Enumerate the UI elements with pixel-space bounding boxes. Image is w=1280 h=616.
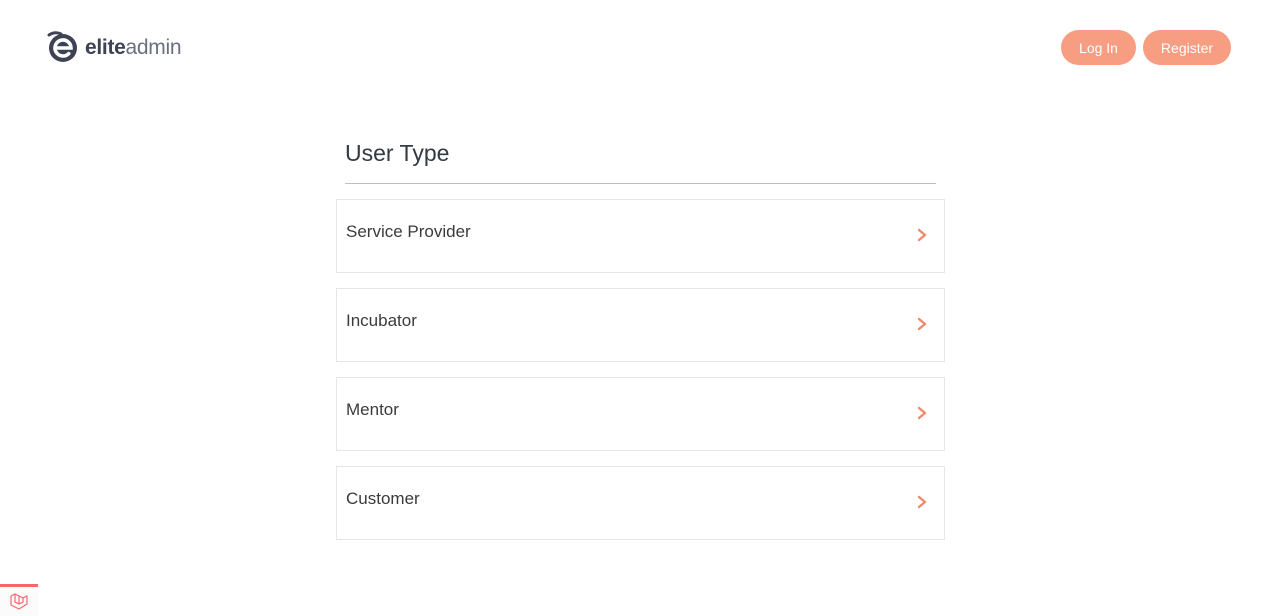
chevron-right-icon (917, 228, 927, 242)
brand-logo[interactable]: eliteadmin (46, 29, 182, 65)
chevron-right-icon (917, 406, 927, 420)
user-type-option-customer[interactable]: Customer (336, 466, 945, 540)
user-type-option-service-provider[interactable]: Service Provider (336, 199, 945, 273)
login-button[interactable]: Log In (1061, 30, 1136, 65)
title-divider (345, 183, 936, 184)
logo-icon (47, 31, 77, 62)
user-type-option-mentor[interactable]: Mentor (336, 377, 945, 451)
brand-name: eliteadmin (85, 35, 182, 59)
option-label: Service Provider (346, 222, 471, 241)
debugbar-toggle[interactable] (0, 584, 38, 616)
option-label: Incubator (346, 311, 417, 330)
brand-name-bold: elite (85, 35, 126, 59)
register-button[interactable]: Register (1143, 30, 1231, 65)
page-title: User Type (345, 140, 450, 166)
chevron-right-icon (917, 317, 927, 331)
option-label: Mentor (346, 400, 399, 419)
brand-name-light: admin (125, 35, 182, 59)
chevron-right-icon (917, 495, 927, 509)
user-type-option-incubator[interactable]: Incubator (336, 288, 945, 362)
option-label: Customer (346, 489, 420, 508)
laravel-icon (10, 592, 28, 610)
